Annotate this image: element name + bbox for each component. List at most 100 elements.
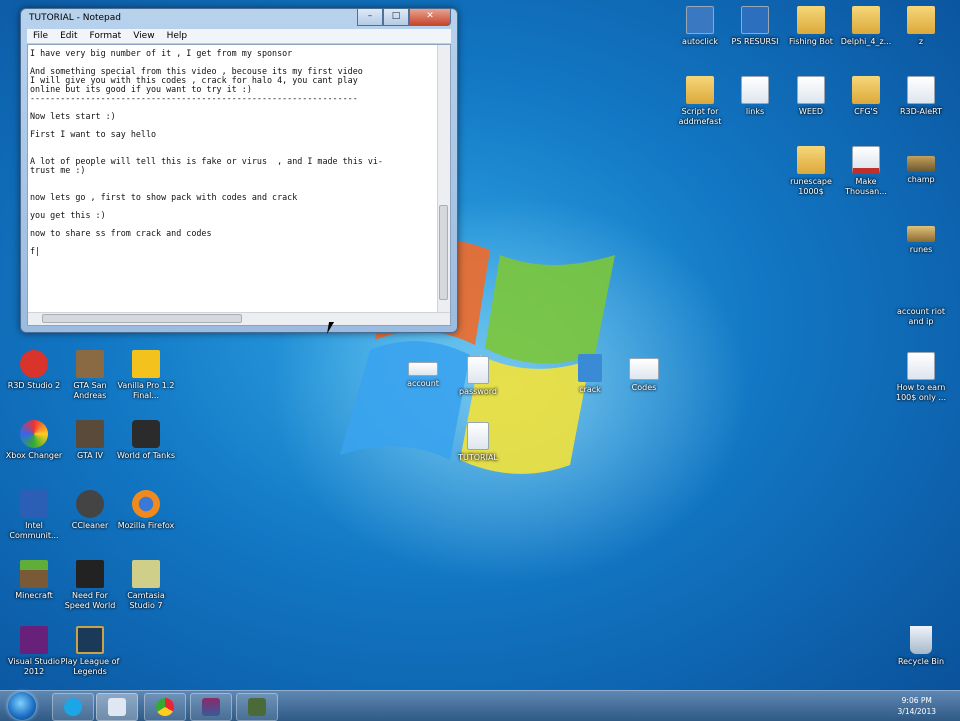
editor-text[interactable]: I have very big number of it , I get fro… — [30, 49, 436, 256]
taskbar-camtasia[interactable] — [236, 693, 278, 721]
desktop-icon-crack[interactable]: crack — [560, 354, 620, 395]
app-icon — [20, 626, 48, 654]
firefox-icon — [132, 490, 160, 518]
taskbar: 9:06 PM 3/14/2013 — [0, 690, 960, 721]
chrome-icon — [156, 698, 174, 716]
desktop-icon-firefox[interactable]: Mozilla Firefox — [116, 490, 176, 531]
desktop-icon-account-riot[interactable]: account riot and ip — [891, 296, 951, 327]
folder-icon — [907, 6, 935, 34]
desktop-icon-league[interactable]: Play League of Legends — [60, 626, 120, 677]
desktop-icon-r3d-alert[interactable]: R3D-AleRT — [891, 76, 951, 117]
vertical-scrollbar[interactable] — [437, 45, 450, 313]
taskbar-skype[interactable] — [52, 693, 94, 721]
desktop-icon-gta-iv[interactable]: GTA IV — [60, 420, 120, 461]
desktop: autoclick PS RESURSI Fishing Bot Delphi_… — [0, 0, 960, 690]
desktop-icon-cfgs[interactable]: CFG'S — [836, 76, 896, 117]
desktop-icon-gta-sa[interactable]: GTA San Andreas — [60, 350, 120, 401]
app-icon — [76, 560, 104, 588]
taskbar-notepad[interactable] — [96, 693, 138, 721]
desktop-icon-visual-studio[interactable]: Visual Studio 2012 — [4, 626, 64, 677]
desktop-icon-recycle-bin[interactable]: Recycle Bin — [891, 626, 951, 667]
desktop-icon-codes[interactable]: Codes — [614, 358, 674, 393]
menu-file[interactable]: File — [27, 29, 54, 43]
notepad-icon — [108, 698, 126, 716]
app-icon — [76, 350, 104, 378]
close-button[interactable]: ✕ — [409, 9, 451, 26]
app-icon — [20, 560, 48, 588]
window-controls: – □ ✕ — [357, 9, 451, 26]
file-icon — [797, 76, 825, 104]
folder-icon — [852, 6, 880, 34]
desktop-icon-xbox-changer[interactable]: Xbox Changer — [4, 420, 64, 461]
skype-icon — [64, 698, 82, 716]
mouse-cursor-icon — [326, 322, 340, 334]
app-icon — [132, 420, 160, 448]
text-editor[interactable]: I have very big number of it , I get fro… — [27, 44, 451, 326]
desktop-icon-vanilla-pro[interactable]: Vanilla Pro 1.2 Final... — [116, 350, 176, 401]
app-icon — [132, 350, 160, 378]
app-icon — [20, 350, 48, 378]
app-icon — [132, 560, 160, 588]
desktop-icon-weed[interactable]: WEED — [781, 76, 841, 117]
menu-help[interactable]: Help — [161, 29, 194, 43]
clock-time: 9:06 PM — [901, 696, 932, 705]
desktop-icon-account[interactable]: account — [393, 362, 453, 389]
menu-format[interactable]: Format — [84, 29, 128, 43]
file-icon — [686, 6, 714, 34]
app-icon — [76, 490, 104, 518]
folder-icon — [852, 76, 880, 104]
image-icon — [907, 156, 935, 172]
desktop-icon-autoclick[interactable]: autoclick — [670, 6, 730, 47]
desktop-icon-delphi[interactable]: Delphi_4_z... — [836, 6, 896, 47]
file-icon — [741, 6, 769, 34]
desktop-icon-r3d-studio[interactable]: R3D Studio 2 — [4, 350, 64, 391]
archive-icon — [578, 354, 602, 382]
desktop-icon-ps-resursi[interactable]: PS RESURSI — [725, 6, 785, 47]
text-file-icon — [408, 362, 438, 376]
desktop-icon-fishing-bot[interactable]: Fishing Bot — [781, 6, 841, 47]
menu-edit[interactable]: Edit — [54, 29, 83, 43]
desktop-icon-minecraft[interactable]: Minecraft — [4, 560, 64, 601]
desktop-icon-password[interactable]: password — [448, 356, 508, 397]
minimize-button[interactable]: – — [357, 9, 383, 26]
taskbar-winrar[interactable] — [190, 693, 232, 721]
pdf-icon — [852, 146, 880, 174]
desktop-icon-z[interactable]: z — [891, 6, 951, 47]
app-icon — [76, 420, 104, 448]
text-file-icon — [741, 76, 769, 104]
taskbar-chrome[interactable] — [144, 693, 186, 721]
horizontal-scrollbar[interactable] — [28, 312, 450, 325]
text-file-icon — [467, 356, 489, 384]
desktop-icon-runes[interactable]: runes — [891, 226, 951, 255]
scroll-thumb[interactable] — [439, 205, 448, 300]
folder-icon — [797, 146, 825, 174]
desktop-icon-runescape[interactable]: runescape 1000$ — [781, 146, 841, 197]
desktop-icon-make-thousand[interactable]: Make Thousan... — [836, 146, 896, 197]
text-file-icon — [907, 352, 935, 380]
image-icon — [907, 226, 935, 242]
folder-icon — [797, 6, 825, 34]
desktop-icon-nfs-world[interactable]: Need For Speed World — [60, 560, 120, 611]
desktop-icon-script-addmefast[interactable]: Script for addmefast — [670, 76, 730, 127]
clock[interactable]: 9:06 PM 3/14/2013 — [898, 695, 936, 717]
clock-date: 3/14/2013 — [897, 707, 936, 716]
notepad-window[interactable]: TUTORIAL - Notepad – □ ✕ File Edit Forma… — [20, 8, 458, 333]
desktop-icon-ccleaner[interactable]: CCleaner — [60, 490, 120, 531]
winrar-icon — [202, 698, 220, 716]
folder-icon — [686, 76, 714, 104]
menu-view[interactable]: View — [127, 29, 160, 43]
desktop-icon-camtasia[interactable]: Camtasia Studio 7 — [116, 560, 176, 611]
recycle-bin-icon — [910, 626, 932, 654]
menu-bar: File Edit Format View Help — [27, 29, 451, 43]
desktop-icon-intel[interactable]: Intel Communit... — [4, 490, 64, 541]
maximize-button[interactable]: □ — [383, 9, 409, 26]
notepad-title: TUTORIAL - Notepad — [29, 13, 121, 23]
desktop-icon-champ[interactable]: champ — [891, 156, 951, 185]
desktop-icon-world-of-tanks[interactable]: World of Tanks — [116, 420, 176, 461]
text-file-icon — [629, 358, 659, 380]
desktop-icon-tutorial[interactable]: TUTORIAL — [448, 422, 508, 463]
desktop-icon-how-to-earn[interactable]: How to earn 100$ only ... — [891, 352, 951, 403]
start-button[interactable] — [8, 692, 36, 720]
scroll-thumb[interactable] — [42, 314, 242, 323]
desktop-icon-links[interactable]: links — [725, 76, 785, 117]
